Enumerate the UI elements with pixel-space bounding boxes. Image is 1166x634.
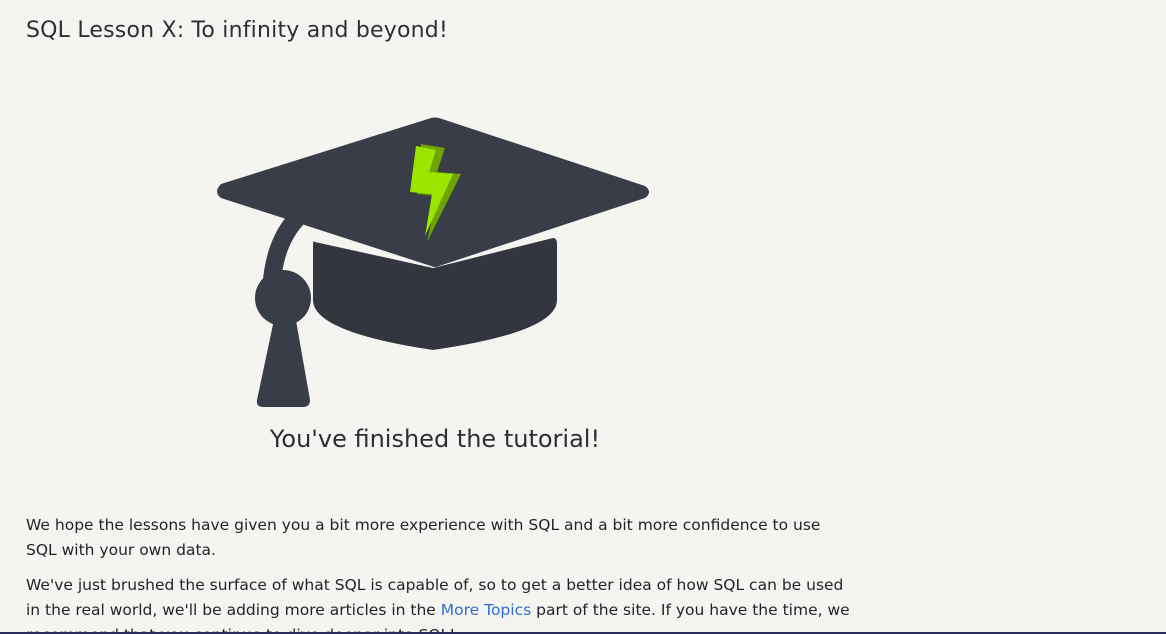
more-topics-link[interactable]: More Topics [441,601,531,619]
graduation-cap-illustration [205,110,665,415]
paragraph-2: We've just brushed the surface of what S… [26,573,856,634]
graduation-cap-icon [217,117,649,407]
tassel [256,315,310,407]
lesson-content: We hope the lessons have given you a bit… [26,513,856,634]
page-title: SQL Lesson X: To infinity and beyond! [26,18,448,43]
finish-message: You've finished the tutorial! [269,425,601,453]
paragraph-1: We hope the lessons have given you a bit… [26,516,821,559]
